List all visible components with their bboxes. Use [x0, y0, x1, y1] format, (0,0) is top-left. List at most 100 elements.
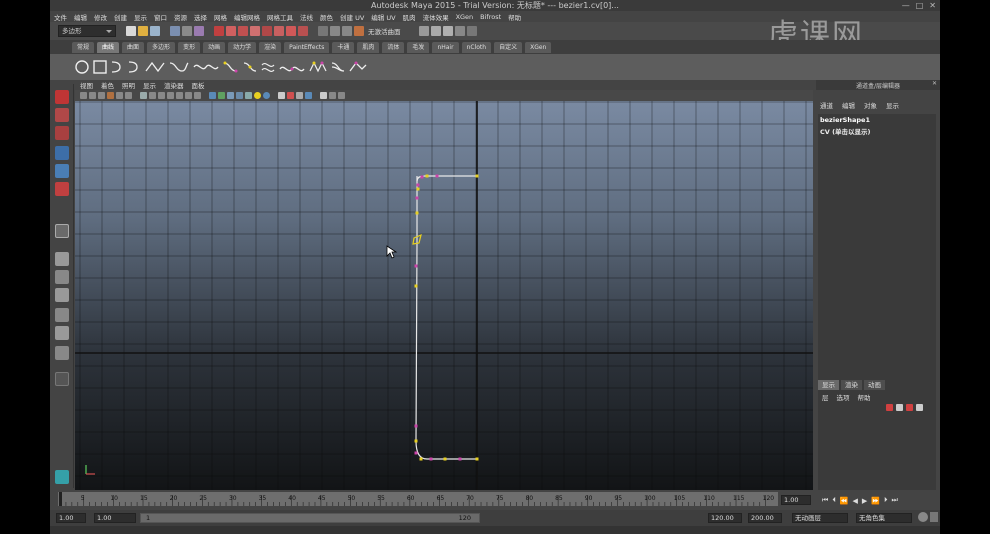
shelf-tab-14[interactable]: nCloth — [461, 41, 492, 53]
start-time-field[interactable]: 1.00 — [56, 513, 86, 523]
menu-item-6[interactable]: 资源 — [174, 12, 187, 22]
shelf-tab-0[interactable]: 常规 — [72, 41, 95, 53]
select-component-icon[interactable] — [194, 26, 204, 36]
wireframe-icon[interactable] — [209, 92, 216, 99]
ipr-render-icon[interactable] — [442, 26, 453, 36]
image-plane-icon[interactable] — [107, 92, 114, 99]
select-camera-icon[interactable] — [80, 92, 87, 99]
menu-item-7[interactable]: 选择 — [194, 12, 207, 22]
shelf-tab-13[interactable]: nHair — [432, 41, 459, 53]
multisample-icon[interactable] — [287, 92, 294, 99]
depth-of-field-icon[interactable] — [296, 92, 303, 99]
use-all-lights-icon[interactable] — [245, 92, 252, 99]
playback-end-field[interactable]: 120.00 — [708, 513, 742, 523]
menu-item-14[interactable]: 编辑 UV — [371, 12, 395, 22]
scale-tool-icon[interactable] — [55, 182, 69, 196]
shelf-tab-11[interactable]: 流体 — [382, 41, 405, 53]
layer-tab-2[interactable]: 动画 — [864, 380, 885, 390]
new-selected-layer-icon[interactable] — [896, 404, 903, 411]
move-tool-icon[interactable] — [55, 146, 69, 160]
layer-menu-item-1[interactable]: 选项 — [837, 392, 850, 402]
select-render-icon[interactable] — [286, 26, 296, 36]
character-set-selector[interactable]: 无角色集 — [856, 513, 912, 523]
film-gate-icon[interactable] — [149, 92, 156, 99]
select-dynamic-icon[interactable] — [274, 26, 284, 36]
script-editor-icon[interactable] — [55, 470, 69, 484]
lasso-tool-icon[interactable] — [55, 108, 69, 122]
shadows-icon[interactable] — [254, 92, 261, 99]
new-scene-icon[interactable] — [126, 26, 136, 36]
bookmark-icon[interactable] — [98, 92, 105, 99]
field-chart-icon[interactable] — [176, 92, 183, 99]
menu-item-8[interactable]: 网格 — [214, 12, 227, 22]
persp-outliner-layout-icon[interactable] — [55, 288, 69, 302]
command-line[interactable] — [50, 526, 940, 534]
hypershade-icon[interactable] — [466, 26, 477, 36]
shelf-tab-7[interactable]: 渲染 — [259, 41, 282, 53]
four-view-layout-icon[interactable] — [55, 270, 69, 284]
step-forward-frame-icon[interactable]: ⏵ — [884, 496, 888, 505]
layer-down-icon[interactable] — [916, 404, 923, 411]
ambient-occlusion-icon[interactable] — [263, 92, 270, 99]
shelf-tab-4[interactable]: 变形 — [178, 41, 201, 53]
menu-item-13[interactable]: 创建 UV — [340, 12, 364, 22]
panel-menu-item-3[interactable]: 显示 — [143, 80, 156, 90]
history-icon[interactable] — [418, 26, 429, 36]
resolution-gate-icon[interactable] — [158, 92, 165, 99]
layer-tab-1[interactable]: 渲染 — [841, 380, 862, 390]
range-bar[interactable]: 1 120 — [140, 513, 480, 523]
playback-start-field[interactable]: 1.00 — [94, 513, 136, 523]
preferences-icon[interactable] — [930, 512, 938, 522]
select-curve-icon[interactable] — [238, 26, 248, 36]
menu-item-16[interactable]: 流体效果 — [423, 12, 449, 22]
smooth-shade-icon[interactable] — [218, 92, 225, 99]
isolate-select-icon[interactable] — [305, 92, 312, 99]
panel-menu-item-1[interactable]: 着色 — [101, 80, 114, 90]
shelf-tab-6[interactable]: 动力学 — [228, 41, 257, 53]
snap-point-icon[interactable] — [342, 26, 352, 36]
render-settings-icon[interactable] — [454, 26, 465, 36]
select-joint-icon[interactable] — [226, 26, 236, 36]
channel-menu-item-3[interactable]: 显示 — [886, 100, 899, 110]
time-slider[interactable]: 5 10 15 20 25 30 35 40 45 50 55 60 65 70 75 80 85 90 95 100… — [50, 490, 940, 510]
layer-menu-item-0[interactable]: 层 — [822, 392, 829, 402]
shelf-tab-15[interactable]: 自定义 — [494, 41, 523, 53]
auto-key-icon[interactable] — [918, 512, 928, 522]
shelf-tab-10[interactable]: 肌肉 — [357, 41, 380, 53]
step-forward-key-icon[interactable]: ⏩ — [871, 497, 880, 505]
select-misc-icon[interactable] — [298, 26, 308, 36]
menu-item-19[interactable]: 帮助 — [508, 12, 521, 22]
hypershade-layout-icon[interactable] — [55, 326, 69, 340]
select-hierarchy-icon[interactable] — [170, 26, 180, 36]
panel-menu-item-2[interactable]: 照明 — [122, 80, 135, 90]
menu-item-15[interactable]: 肌肉 — [403, 12, 416, 22]
end-time-field[interactable]: 200.00 — [748, 513, 782, 523]
menu-item-3[interactable]: 创建 — [114, 12, 127, 22]
xray-icon[interactable] — [320, 92, 327, 99]
gate-mask-icon[interactable] — [167, 92, 174, 99]
shelf-tab-5[interactable]: 动画 — [203, 41, 226, 53]
menu-item-9[interactable]: 编辑网格 — [234, 12, 260, 22]
go-to-start-icon[interactable]: ⏮ — [822, 496, 828, 505]
layer-tab-0[interactable]: 显示 — [818, 380, 839, 390]
time-ruler[interactable]: 5 10 15 20 25 30 35 40 45 50 55 60 65 70 75 80 85 90 95 100… — [58, 490, 818, 510]
shelf-tab-8[interactable]: PaintEffects — [284, 41, 330, 53]
motion-blur-icon[interactable] — [278, 92, 285, 99]
menu-item-17[interactable]: XGen — [456, 13, 474, 21]
menu-item-10[interactable]: 网格工具 — [267, 12, 293, 22]
object-name[interactable]: bezierShape1 — [818, 114, 936, 126]
snap-grid-icon[interactable] — [318, 26, 328, 36]
shelf-tab-1[interactable]: 曲线 — [97, 41, 120, 53]
channel-menu-item-2[interactable]: 对象 — [864, 100, 877, 110]
select-handle-icon[interactable] — [214, 26, 224, 36]
menu-item-0[interactable]: 文件 — [54, 12, 67, 22]
shelf-tab-3[interactable]: 多边形 — [147, 41, 176, 53]
cv-info-label[interactable]: CV (单击以显示) — [818, 126, 936, 136]
shelf-tab-16[interactable]: XGen — [525, 41, 552, 53]
shelf-tab-2[interactable]: 曲面 — [122, 41, 145, 53]
shelf-tab-12[interactable]: 毛发 — [407, 41, 430, 53]
panel-menu-item-4[interactable]: 渲染器 — [164, 80, 184, 90]
menu-set-selector[interactable]: 多边形 — [58, 25, 116, 37]
last-tool-icon[interactable] — [55, 224, 69, 238]
select-tool-icon[interactable] — [55, 90, 69, 104]
